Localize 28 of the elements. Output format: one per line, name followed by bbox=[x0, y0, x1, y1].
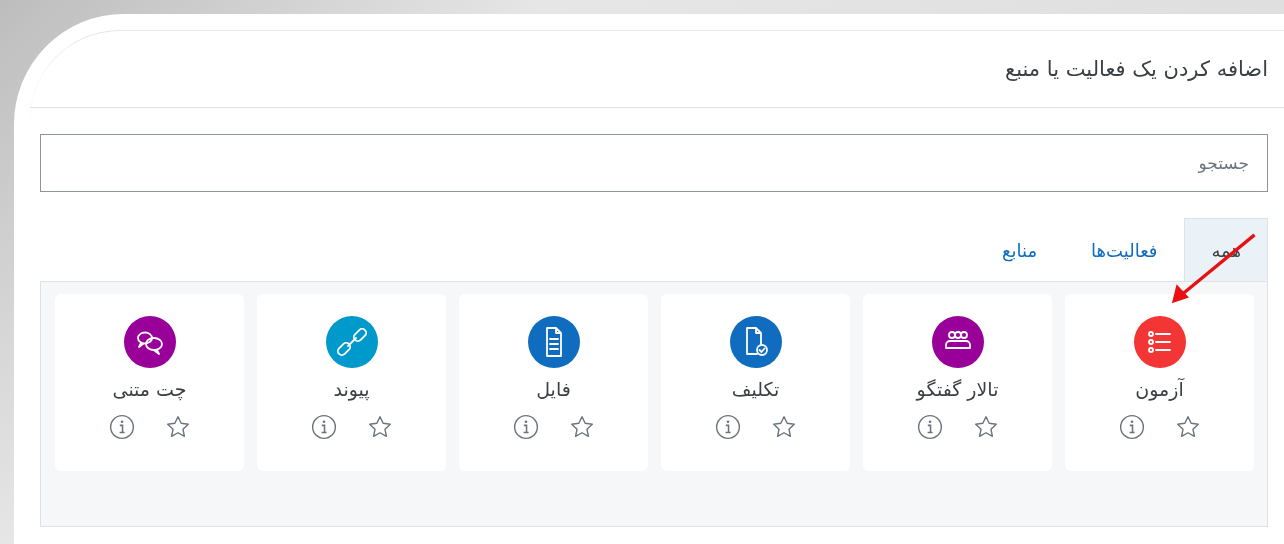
module-name: تکلیف bbox=[731, 378, 780, 400]
module-name: چت متنی bbox=[112, 378, 187, 400]
star-icon[interactable] bbox=[770, 414, 797, 440]
info-icon[interactable] bbox=[512, 414, 539, 440]
star-icon[interactable] bbox=[1174, 414, 1201, 440]
tab[interactable]: فعالیت‌ها bbox=[1064, 218, 1185, 282]
star-icon[interactable] bbox=[164, 414, 191, 440]
module-card[interactable]: تالار گفتگو bbox=[863, 294, 1052, 471]
module-name: پیوند bbox=[333, 378, 370, 400]
module-name: آزمون bbox=[1135, 378, 1184, 400]
info-icon[interactable] bbox=[1118, 414, 1145, 440]
star-icon[interactable] bbox=[972, 414, 999, 440]
module-card[interactable]: تکلیف bbox=[661, 294, 850, 471]
dialog-title: اضافه کردن یک فعالیت یا منبع bbox=[1005, 57, 1268, 81]
module-card[interactable]: فایل bbox=[459, 294, 648, 471]
info-icon[interactable] bbox=[714, 414, 741, 440]
info-icon[interactable] bbox=[310, 414, 337, 440]
module-card[interactable]: چت متنی bbox=[55, 294, 244, 471]
module-name: تالار گفتگو bbox=[916, 378, 999, 400]
search-field[interactable]: جستجو bbox=[40, 134, 1268, 192]
info-icon[interactable] bbox=[916, 414, 943, 440]
module-name: فایل bbox=[536, 378, 571, 400]
module-card[interactable]: آزمون bbox=[1065, 294, 1254, 471]
star-icon[interactable] bbox=[366, 414, 393, 440]
star-icon[interactable] bbox=[568, 414, 595, 440]
tab[interactable]: منابع bbox=[974, 218, 1065, 282]
info-icon[interactable] bbox=[108, 414, 135, 440]
module-card[interactable]: پیوند bbox=[257, 294, 446, 471]
